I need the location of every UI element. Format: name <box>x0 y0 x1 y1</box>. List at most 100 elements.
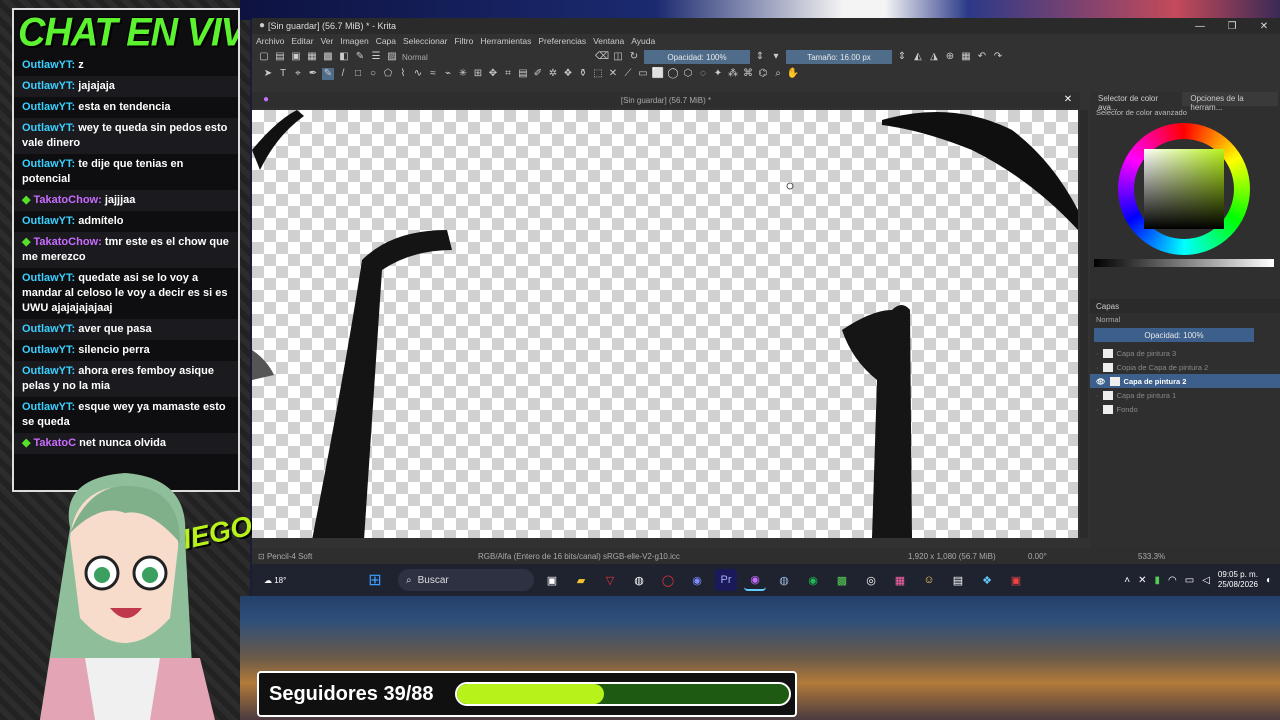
gradient-icon[interactable]: ▦ <box>306 51 318 63</box>
spin-arrows-icon[interactable]: ⇕ <box>896 51 908 63</box>
obs-icon[interactable]: ◎ <box>860 569 882 591</box>
tray-mic-icon[interactable]: ▮ <box>1155 575 1161 586</box>
rectangle-tool-icon[interactable]: □ <box>352 68 364 80</box>
move-tool-icon[interactable]: ✥ <box>487 68 499 80</box>
mirror-horizontal-icon[interactable]: ◭ <box>912 51 924 63</box>
color-wheel-area[interactable] <box>1090 119 1280 269</box>
tab-tool-options[interactable]: Opciones de la herram... <box>1182 92 1278 112</box>
spotify-icon[interactable]: ◉ <box>802 569 824 591</box>
pan-tool-icon[interactable]: ✋ <box>787 68 799 80</box>
bezier-select-icon[interactable]: ⌘ <box>742 68 754 80</box>
workspace-icon[interactable]: ▦ <box>960 51 972 63</box>
pattern-icon[interactable]: ▩ <box>322 51 334 63</box>
calligraphy-icon[interactable]: ✒ <box>307 68 319 80</box>
menu-item-preferencias[interactable]: Preferencias <box>538 36 586 46</box>
dynamic-brush-icon[interactable]: ⌁ <box>442 68 454 80</box>
polygon-tool-icon[interactable]: ⬠ <box>382 68 394 80</box>
polyline-tool-icon[interactable]: ⌇ <box>397 68 409 80</box>
edit-shapes-icon[interactable]: ⌖ <box>292 68 304 80</box>
rotation-value[interactable]: 0.00° <box>1008 552 1138 561</box>
layer-row[interactable]: · Capa de pintura 3 <box>1090 346 1280 360</box>
reference-tool-icon[interactable]: ▭ <box>637 68 649 80</box>
krita-icon[interactable]: ◉ <box>744 569 766 591</box>
app-icon[interactable]: ❖ <box>976 569 998 591</box>
color-swap-icon[interactable]: ◧ <box>338 51 350 63</box>
layer-visibility-icon[interactable]: · <box>1096 363 1099 372</box>
layer-visibility-icon[interactable]: · <box>1096 391 1099 400</box>
blend-mode-select[interactable]: Normal <box>402 53 482 62</box>
wifi-icon[interactable]: ◠ <box>1168 575 1177 586</box>
rect-select-icon[interactable]: ⬜ <box>652 68 664 80</box>
close-document-icon[interactable]: ✕ <box>1062 94 1074 106</box>
undo-icon[interactable]: ↶ <box>976 51 988 63</box>
zoom-tool-icon[interactable]: ⌕ <box>772 68 784 80</box>
smart-patch-icon[interactable]: ❖ <box>562 68 574 80</box>
weather-widget[interactable]: ☁ 18° <box>264 576 304 585</box>
app-icon[interactable]: ▣ <box>1005 569 1027 591</box>
tray-chevron-icon[interactable]: ˄ <box>1124 575 1130 586</box>
app-icon[interactable]: ◍ <box>628 569 650 591</box>
size-slider[interactable]: Tamaño: 16.00 px <box>786 50 892 64</box>
menu-item-capa[interactable]: Capa <box>376 36 396 46</box>
tray-mute-icon[interactable]: ✕ <box>1138 575 1146 586</box>
discord-icon[interactable]: ◉ <box>686 569 708 591</box>
canvas-scrollbar[interactable] <box>1080 110 1088 538</box>
similar-select-icon[interactable]: ⁂ <box>727 68 739 80</box>
clock[interactable]: 09:05 p. m. 25/08/2026 <box>1218 570 1258 590</box>
layer-visibility-icon[interactable]: · <box>1096 405 1099 414</box>
app-icon[interactable]: ▦ <box>889 569 911 591</box>
magnetic-select-icon[interactable]: ⌬ <box>757 68 769 80</box>
file-explorer-icon[interactable]: ▰ <box>570 569 592 591</box>
gradient-tool-icon[interactable]: ▤ <box>517 68 529 80</box>
open-document-icon[interactable]: ▤ <box>274 51 286 63</box>
minecraft-icon[interactable]: ▩ <box>831 569 853 591</box>
spin-arrows-icon[interactable]: ⇕ <box>754 51 766 63</box>
menu-item-ayuda[interactable]: Ayuda <box>631 36 655 46</box>
document-tab[interactable]: ● [Sin guardar] (56.7 MiB) * ✕ <box>252 92 1080 108</box>
color-square[interactable] <box>1144 149 1224 229</box>
menu-item-herramientas[interactable]: Herramientas <box>480 36 531 46</box>
task-view-icon[interactable]: ▣ <box>541 569 563 591</box>
app-icon[interactable]: ▤ <box>947 569 969 591</box>
save-document-icon[interactable]: ▣ <box>290 51 302 63</box>
menu-item-ver[interactable]: Ver <box>321 36 334 46</box>
menu-item-filtro[interactable]: Filtro <box>454 36 473 46</box>
freehand-brush-icon[interactable]: ✎ <box>322 68 334 80</box>
ellipse-select-icon[interactable]: ◯ <box>667 68 679 80</box>
menu-item-ventana[interactable]: Ventana <box>593 36 624 46</box>
volume-icon[interactable]: ◁ <box>1202 575 1210 586</box>
bezier-tool-icon[interactable]: ∿ <box>412 68 424 80</box>
drawing-canvas[interactable] <box>252 110 1078 538</box>
assistant-tool-icon[interactable]: ✕ <box>607 68 619 80</box>
layers-opacity-slider[interactable]: Opacidad: 100% <box>1094 328 1254 342</box>
premiere-icon[interactable]: Pr <box>715 569 737 591</box>
measure-tool-icon[interactable]: ⟋ <box>622 68 634 80</box>
select-tool-icon[interactable]: ➤ <box>262 68 274 80</box>
freehand-path-icon[interactable]: ≈ <box>427 68 439 80</box>
start-icon[interactable]: ⊞ <box>364 569 386 591</box>
zoom-value[interactable]: 533.3% <box>1138 552 1178 561</box>
fill-tool-icon[interactable]: ⚱ <box>577 68 589 80</box>
freehand-select-icon[interactable]: ◌ <box>697 68 709 80</box>
opacity-slider[interactable]: Opacidad: 100% <box>644 50 750 64</box>
battery-icon[interactable]: ▭ <box>1185 575 1194 586</box>
alpha-lock-icon[interactable]: ◫ <box>612 51 624 63</box>
layer-row[interactable]: 👁 Capa de pintura 2 <box>1090 374 1280 388</box>
flow-menu-icon[interactable]: ▾ <box>770 51 782 63</box>
color-sampler-icon[interactable]: ✐ <box>532 68 544 80</box>
tab-color-selector[interactable]: Selector de color ava... <box>1090 92 1181 112</box>
close-button[interactable]: ✕ <box>1248 21 1280 32</box>
taskbar-search[interactable]: ⌕ Buscar <box>398 569 534 591</box>
eraser-icon[interactable]: ⌫ <box>595 51 609 63</box>
line-tool-icon[interactable]: / <box>337 68 349 80</box>
polygon-select-icon[interactable]: ⬡ <box>682 68 694 80</box>
new-document-icon[interactable]: ▢ <box>258 51 270 63</box>
menu-item-imagen[interactable]: Imagen <box>340 36 368 46</box>
multibrush-icon[interactable]: ✳ <box>457 68 469 80</box>
menu-item-archivo[interactable]: Archivo <box>256 36 284 46</box>
contiguous-select-icon[interactable]: ✦ <box>712 68 724 80</box>
menu-item-editar[interactable]: Editar <box>291 36 313 46</box>
layer-row[interactable]: · Copia de Capa de pintura 2 <box>1090 360 1280 374</box>
crop-tool-icon[interactable]: ⌗ <box>502 68 514 80</box>
brush-editor-icon[interactable]: ☰ <box>370 51 382 63</box>
